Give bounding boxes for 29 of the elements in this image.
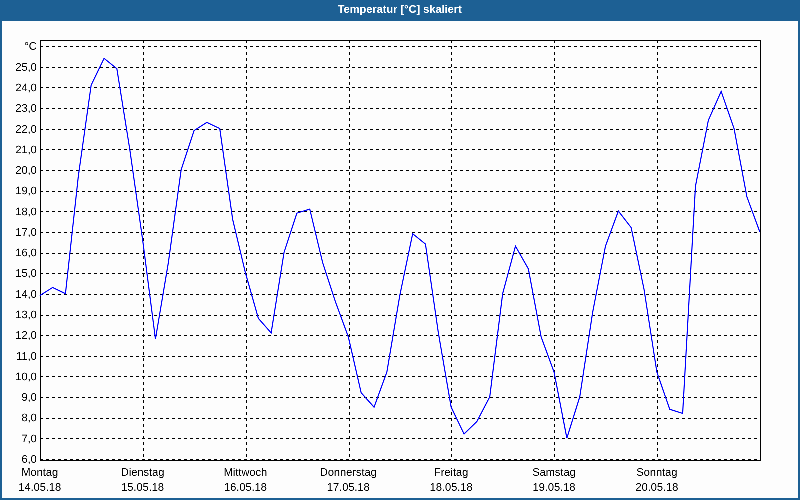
y-axis-label: 19,0 xyxy=(16,186,37,198)
x-axis-label: Mittwoch 16.05.18 xyxy=(224,467,268,494)
y-axis-label: 25,0 xyxy=(16,62,37,74)
y-axis-label: 24,0 xyxy=(16,82,37,94)
y-axis-label: °C xyxy=(24,41,37,54)
y-axis-label: 14,0 xyxy=(16,288,37,301)
y-axis-label: 8,0 xyxy=(22,412,37,425)
y-axis-label: 18,0 xyxy=(16,206,37,218)
x-axis-label: Donnerstag 17.05.18 xyxy=(320,467,377,494)
y-axis-label: 20,0 xyxy=(16,165,37,178)
y-axis-label: 15,0 xyxy=(16,268,37,280)
y-axis-label: 23,0 xyxy=(16,103,37,116)
x-axis-label: Montag 14.05.18 xyxy=(18,467,62,494)
y-axis-label: 16,0 xyxy=(16,248,37,260)
y-axis-label: 13,0 xyxy=(16,310,37,322)
y-axis-label: 9,0 xyxy=(22,392,37,404)
y-axis-label: 17,0 xyxy=(16,226,37,239)
x-axis-label: Dienstag 15.05.18 xyxy=(121,467,165,494)
x-axis-label: Sonntag 20.05.18 xyxy=(636,467,679,494)
y-axis-label: 21,0 xyxy=(16,144,37,156)
y-axis-label: 10,0 xyxy=(16,371,37,384)
x-axis-label: Samstag 19.05.18 xyxy=(532,467,576,494)
y-axis-label: 6,0 xyxy=(22,454,37,466)
x-axis-label: Freitag 18.05.18 xyxy=(430,467,473,494)
window-title: Temperatur [°C] skaliert xyxy=(336,3,463,18)
y-axis-label: 11,0 xyxy=(16,350,37,363)
y-axis-label: 12,0 xyxy=(16,330,37,342)
y-axis-label: 7,0 xyxy=(22,433,37,446)
y-axis-label: 22,0 xyxy=(16,124,37,136)
